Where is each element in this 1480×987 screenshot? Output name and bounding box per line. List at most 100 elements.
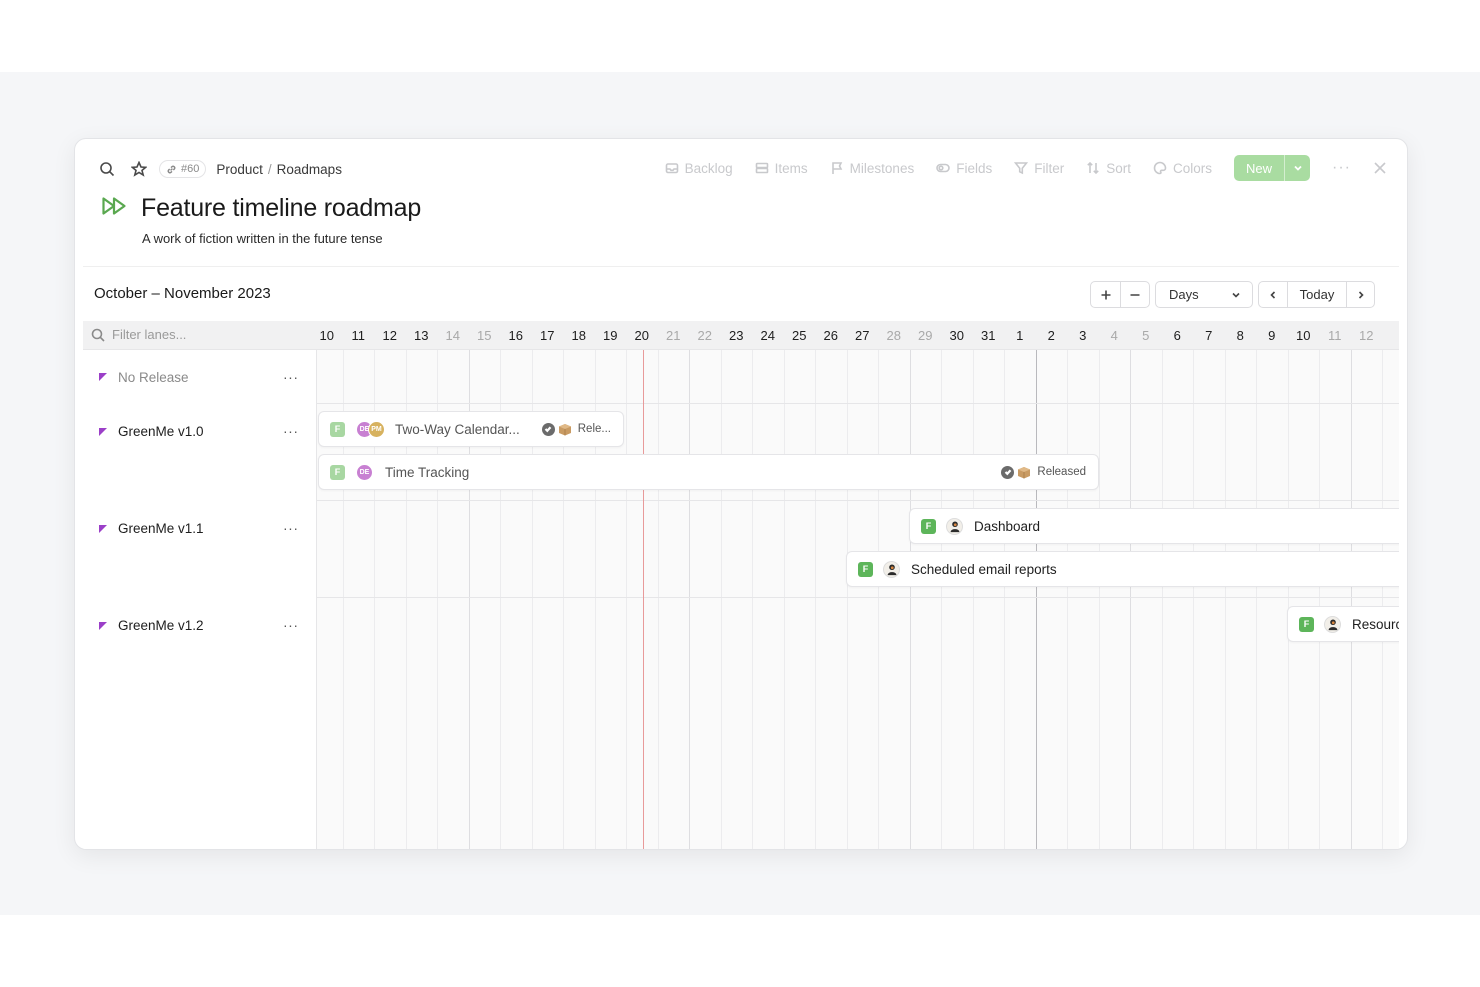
roadmap-item-resources[interactable]: F Resourc <box>1287 606 1399 642</box>
new-dropdown-button[interactable] <box>1284 155 1310 181</box>
filter-lanes-field[interactable]: Filter lanes... <box>91 327 311 342</box>
day-label: 12 <box>1359 328 1374 343</box>
day-gridline <box>1067 350 1068 849</box>
day-gridline <box>1004 350 1005 849</box>
sort-button[interactable]: Sort <box>1086 161 1131 176</box>
chevron-left-icon <box>1270 290 1276 299</box>
new-split-button: New <box>1234 155 1311 181</box>
today-marker <box>643 350 644 849</box>
day-label: 24 <box>760 328 775 343</box>
milestones-label: Milestones <box>849 160 915 176</box>
day-label: 12 <box>382 328 397 343</box>
day-label: 21 <box>666 328 681 343</box>
more-options-icon[interactable]: ··· <box>1332 159 1351 177</box>
avatar-illustration-icon <box>950 521 959 533</box>
lane-name: GreenMe v1.1 <box>118 521 204 536</box>
fields-button[interactable]: Fields <box>936 161 992 176</box>
toggle-icon <box>936 163 951 173</box>
sort-label: Sort <box>1106 160 1131 176</box>
avatar <box>883 560 900 578</box>
lane-more-icon[interactable]: ··· <box>283 520 299 536</box>
check-icon <box>541 422 555 436</box>
breadcrumb-product[interactable]: Product <box>216 162 263 177</box>
day-label: 9 <box>1268 328 1276 343</box>
previous-button[interactable] <box>1259 282 1287 307</box>
lanes-column: No Release ··· GreenMe v1.0 ··· GreenMe … <box>83 350 317 849</box>
roadmap-item-two-way-calendar[interactable]: F DE PM Two-Way Calendar... Rele... <box>318 411 624 447</box>
filter-label: Filter <box>1034 160 1065 176</box>
page-subtitle: A work of fiction written in the future … <box>142 231 383 246</box>
star-icon[interactable] <box>127 157 151 181</box>
colors-button[interactable]: Colors <box>1153 161 1212 176</box>
day-gridline <box>1350 350 1352 849</box>
item-title: Dashboard <box>974 518 1041 534</box>
search-icon <box>91 328 105 342</box>
today-button[interactable]: Today <box>1287 282 1346 307</box>
day-gridline <box>846 350 848 849</box>
roadmap-item-scheduled-email-reports[interactable]: F Scheduled email reports <box>846 551 1399 587</box>
day-label: 26 <box>823 328 838 343</box>
item-id-chip[interactable]: #60 <box>159 160 207 178</box>
day-label: 27 <box>855 328 870 343</box>
lane-no-release[interactable]: No Release ··· <box>83 350 317 404</box>
lane-greenme-v1-1[interactable]: GreenMe v1.1 ··· <box>83 501 317 598</box>
search-icon[interactable] <box>95 157 119 181</box>
filter-button[interactable]: Filter <box>1014 161 1064 176</box>
items-button[interactable]: Items <box>755 161 808 176</box>
close-icon[interactable] <box>1373 161 1387 175</box>
zoom-out-button[interactable] <box>1120 282 1149 307</box>
lane-greenme-v1-2[interactable]: GreenMe v1.2 ··· <box>83 598 317 695</box>
palette-icon <box>1153 161 1167 175</box>
item-title: Scheduled email reports <box>911 561 1057 577</box>
day-gridline <box>1035 350 1037 849</box>
day-label: 25 <box>792 328 807 343</box>
package-icon <box>1018 466 1031 478</box>
release-flag-icon <box>99 373 107 381</box>
day-label: 5 <box>1142 328 1150 343</box>
backlog-button[interactable]: Backlog <box>665 161 733 176</box>
date-nav: Today <box>1258 281 1375 308</box>
day-gridline <box>657 350 659 849</box>
day-gridline <box>1130 350 1131 849</box>
release-flag-icon <box>99 622 107 630</box>
colors-label: Colors <box>1172 160 1212 176</box>
scale-value: Days <box>1169 287 1199 302</box>
toolbar: #60 Product / Roadmaps Backlog Items Mil… <box>83 147 1399 187</box>
roadmap-item-time-tracking[interactable]: F DE Time Tracking Released <box>318 454 1099 490</box>
day-label: 20 <box>634 328 649 343</box>
release-flag-icon <box>99 428 107 436</box>
day-label: 15 <box>477 328 492 343</box>
feature-badge: F <box>921 518 936 534</box>
day-gridline <box>941 350 942 849</box>
day-label: 17 <box>540 328 555 343</box>
day-gridline <box>720 350 722 849</box>
feature-badge: F <box>858 561 873 577</box>
filter-icon <box>1014 162 1029 175</box>
day-label: 11 <box>1328 328 1342 343</box>
day-label: 10 <box>1296 328 1311 343</box>
avatar <box>946 517 963 535</box>
minus-icon <box>1130 293 1140 296</box>
lane-more-icon[interactable]: ··· <box>283 617 299 633</box>
lane-name: GreenMe v1.2 <box>118 618 204 633</box>
avatar-illustration-icon <box>887 564 896 576</box>
lane-more-icon[interactable]: ··· <box>283 423 299 439</box>
breadcrumb-roadmaps[interactable]: Roadmaps <box>277 162 342 177</box>
day-gridline <box>1224 350 1226 849</box>
lane-more-icon[interactable]: ··· <box>283 369 299 385</box>
flag-icon <box>831 162 842 174</box>
day-label: 22 <box>697 328 712 343</box>
item-title: Resourc <box>1352 616 1399 632</box>
milestones-button[interactable]: Milestones <box>830 160 915 176</box>
scale-select[interactable]: Days <box>1155 281 1253 308</box>
scale-select-inner[interactable]: Days <box>1156 282 1252 307</box>
roadmap-item-dashboard[interactable]: F Dashboard <box>909 508 1399 544</box>
zoom-in-button[interactable] <box>1091 282 1120 307</box>
day-gridline <box>1098 350 1100 849</box>
avatar <box>1324 615 1341 633</box>
new-button[interactable]: New <box>1234 155 1284 181</box>
day-label: 1 <box>1016 328 1024 343</box>
day-gridline <box>909 350 911 849</box>
lane-greenme-v1-0[interactable]: GreenMe v1.0 ··· <box>83 404 317 512</box>
next-button[interactable] <box>1346 282 1374 307</box>
